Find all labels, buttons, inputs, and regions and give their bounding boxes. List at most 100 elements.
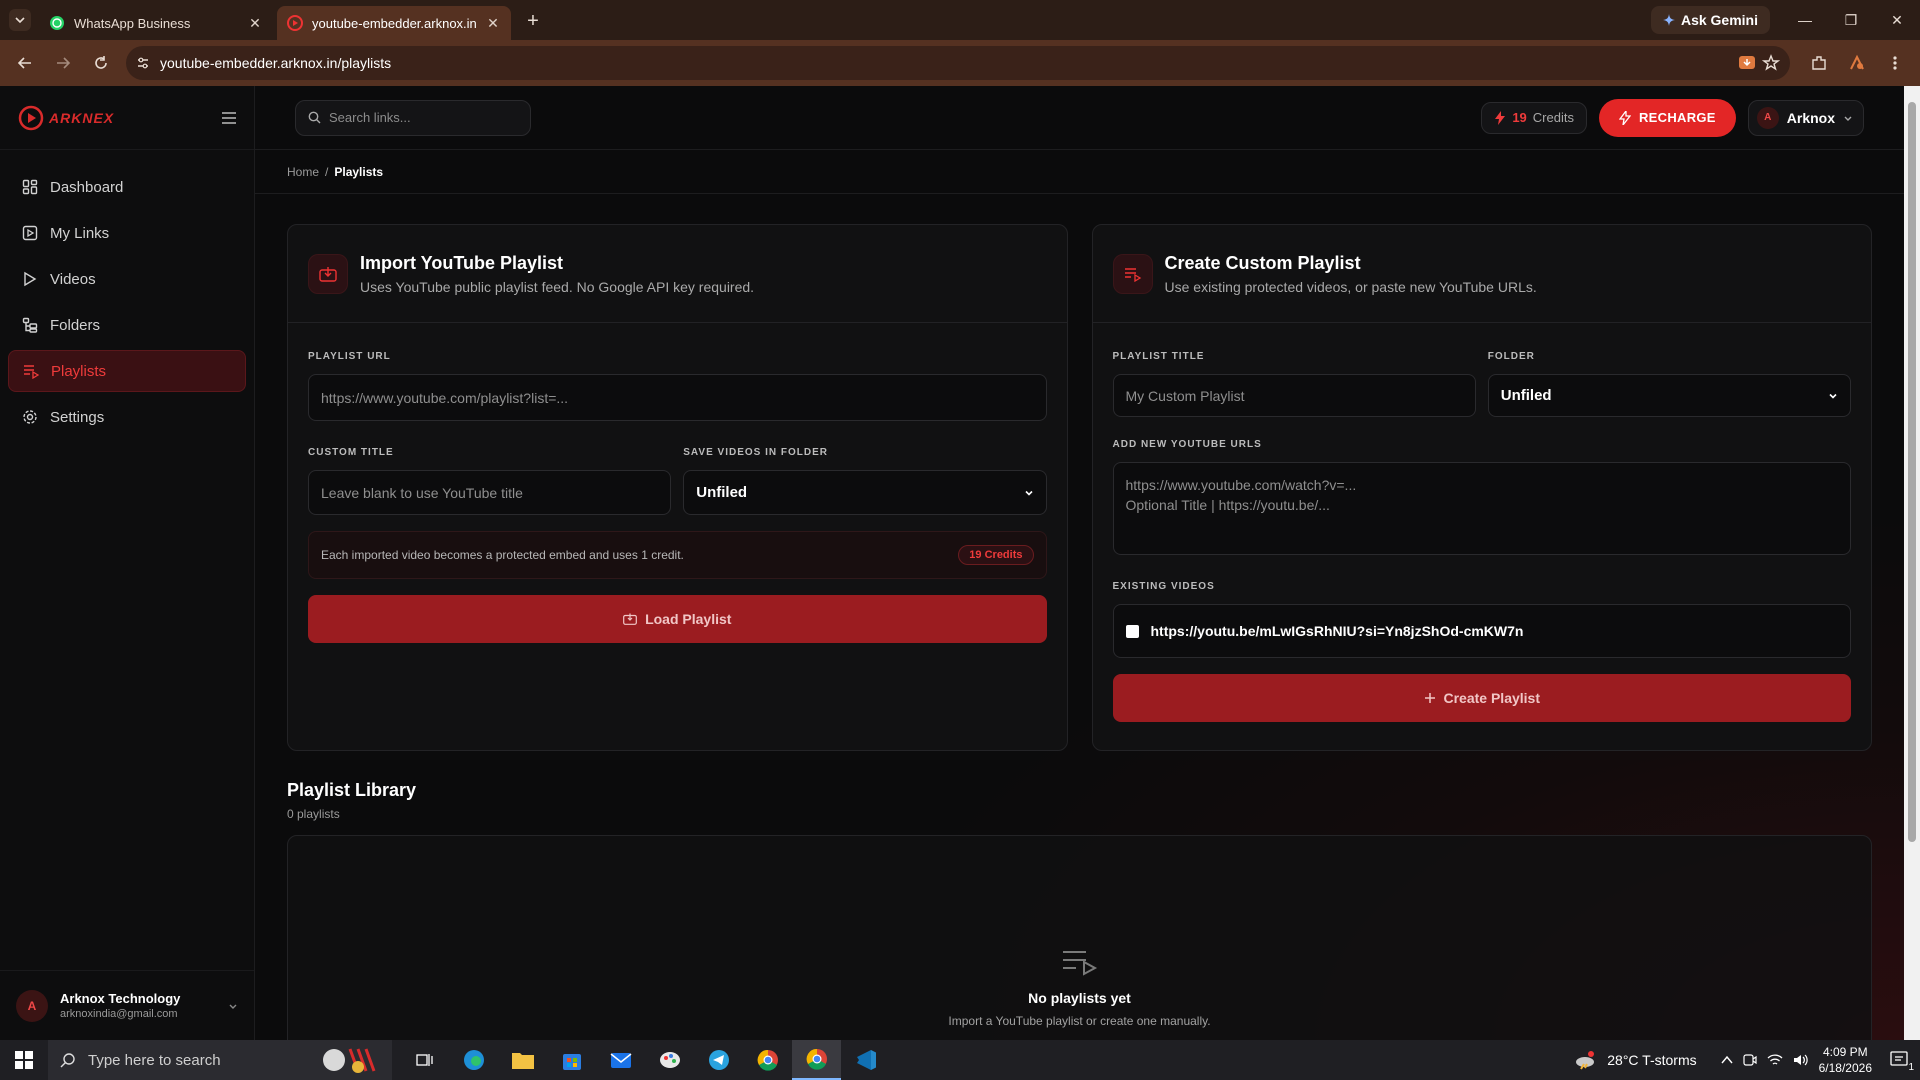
title-folder-row: PLAYLIST TITLE My Custom Playlist FOLDER… — [1112, 351, 1851, 417]
meet-now-icon[interactable] — [1743, 1053, 1757, 1067]
browser-tab-whatsapp[interactable]: WhatsApp Business ✕ — [39, 6, 273, 40]
top-bar: Search links... 19 Credits RECHARGE A Ar… — [255, 86, 1904, 150]
chevron-down-icon — [1828, 391, 1838, 401]
weather-text[interactable]: 28°C T-storms — [1607, 1052, 1696, 1068]
recharge-button[interactable]: RECHARGE — [1598, 98, 1736, 137]
save-folder-select[interactable]: Unfiled — [683, 470, 1047, 515]
close-tab-icon[interactable]: ✕ — [485, 15, 501, 31]
chevron-down-icon[interactable] — [228, 1001, 238, 1011]
playlist-url-input[interactable]: https://www.youtube.com/playlist?list=..… — [308, 374, 1047, 421]
credits-badge: 19 Credits — [958, 545, 1034, 565]
close-tab-icon[interactable]: ✕ — [247, 15, 263, 31]
card-subtitle: Uses YouTube public playlist feed. No Go… — [360, 278, 755, 295]
scrollbar-thumb[interactable] — [1908, 102, 1916, 842]
chevron-down-icon — [1843, 113, 1853, 123]
card-subtitle: Use existing protected videos, or paste … — [1164, 278, 1537, 295]
load-playlist-button[interactable]: Load Playlist — [308, 595, 1047, 643]
url-text: youtube-embedder.arknox.in/playlists — [160, 55, 392, 71]
chrome-icon[interactable] — [743, 1040, 792, 1080]
weather-icon — [1573, 1050, 1597, 1070]
network-icon[interactable] — [1767, 1053, 1783, 1067]
file-explorer-icon[interactable] — [498, 1040, 547, 1080]
video-checkbox[interactable] — [1125, 624, 1139, 638]
new-tab-button[interactable]: + — [519, 7, 547, 35]
sidebar-item-folders[interactable]: Folders — [8, 304, 246, 346]
taskbar-search-input[interactable]: Type here to search — [48, 1040, 392, 1080]
ask-gemini-button[interactable]: Ask Gemini — [1650, 6, 1770, 34]
save-folder-label: SAVE VIDEOS IN FOLDER — [683, 447, 828, 458]
close-window-icon[interactable]: ✕ — [1874, 0, 1920, 40]
breadcrumb-home[interactable]: Home — [287, 165, 319, 179]
back-arrow-icon[interactable] — [8, 46, 42, 80]
existing-video-row[interactable]: https://youtu.be/mLwIGsRhNIU?si=Yn8jzShO… — [1112, 604, 1851, 658]
chrome-profile-icon[interactable] — [792, 1040, 841, 1080]
folder-label: FOLDER — [1487, 351, 1535, 362]
input-placeholder: Leave blank to use YouTube title — [321, 484, 523, 501]
url-field[interactable]: youtube-embedder.arknox.in/playlists — [126, 46, 1790, 80]
restore-icon[interactable]: ❐ — [1828, 0, 1874, 40]
site-info-icon[interactable] — [136, 56, 150, 70]
windows-start-icon[interactable] — [0, 1040, 48, 1080]
plus-icon — [1424, 692, 1436, 704]
bookmark-star-icon[interactable] — [1762, 54, 1780, 72]
account-name: Arknox — [1786, 109, 1835, 126]
hamburger-menu-icon[interactable] — [222, 111, 236, 124]
sidebar-item-playlists[interactable]: Playlists — [8, 350, 246, 392]
sidebar-item-videos[interactable]: Videos — [8, 258, 246, 300]
install-app-icon[interactable] — [1738, 54, 1756, 72]
playlist-url-label: PLAYLIST URL — [308, 351, 391, 362]
folder-select[interactable]: Unfiled — [1487, 374, 1851, 417]
playlist-icon — [23, 363, 39, 379]
tab-title: WhatsApp Business — [74, 15, 191, 31]
card-body: PLAYLIST TITLE My Custom Playlist FOLDER… — [1093, 323, 1872, 722]
notification-icon[interactable]: 1 — [1890, 1051, 1914, 1073]
browser-menu-icon[interactable] — [1878, 46, 1912, 80]
credits-pill[interactable]: 19 Credits — [1481, 101, 1587, 134]
arknex-logo-icon — [18, 105, 44, 130]
extensions-icon[interactable] — [1802, 46, 1836, 80]
card-title: Import YouTube Playlist — [360, 252, 564, 273]
task-view-icon[interactable] — [400, 1040, 449, 1080]
page-scrollbar[interactable] — [1904, 86, 1920, 1040]
video-url: https://youtu.be/mLwIGsRhNIU?si=Yn8jzShO… — [1150, 623, 1524, 639]
sidebar-item-label: Settings — [50, 408, 105, 426]
vscode-icon[interactable] — [841, 1040, 890, 1080]
sidebar-item-label: My Links — [50, 224, 110, 242]
sidebar-item-settings[interactable]: Settings — [8, 396, 246, 438]
profile-extension-icon[interactable] — [1840, 46, 1874, 80]
edge-icon[interactable] — [449, 1040, 498, 1080]
credit-notice: Each imported video becomes a protected … — [308, 531, 1047, 579]
chevron-up-icon[interactable] — [1721, 1055, 1733, 1065]
playlist-title-input[interactable]: My Custom Playlist — [1112, 374, 1476, 417]
store-icon[interactable] — [547, 1040, 596, 1080]
youtube-urls-textarea[interactable]: https://www.youtube.com/watch?v=... Opti… — [1112, 462, 1851, 555]
download-icon — [623, 613, 637, 625]
textarea-placeholder-line: Optional Title | https://youtu.be/... — [1125, 497, 1330, 513]
mail-icon[interactable] — [596, 1040, 645, 1080]
import-playlist-card: Import YouTube Playlist Uses YouTube pub… — [287, 224, 1068, 751]
custom-title-input[interactable]: Leave blank to use YouTube title — [308, 470, 672, 515]
playlist-title-label: PLAYLIST TITLE — [1112, 351, 1205, 362]
windows-taskbar: Type here to search 28°C T-storms 4:09 P… — [0, 1040, 1920, 1080]
sidebar-user-card[interactable]: A Arknox Technology arknoxindia@gmail.co… — [0, 970, 254, 1040]
download-icon — [308, 253, 348, 294]
browser-tab-embedder[interactable]: youtube-embedder.arknox.in/p ✕ — [277, 6, 511, 40]
sidebar-item-dashboard[interactable]: Dashboard — [8, 166, 246, 208]
user-name: Arknox Technology — [60, 991, 181, 1006]
telegram-icon[interactable] — [694, 1040, 743, 1080]
search-input[interactable]: Search links... — [295, 99, 531, 136]
paint-icon[interactable] — [645, 1040, 694, 1080]
volume-icon[interactable] — [1793, 1053, 1809, 1067]
create-playlist-button[interactable]: Create Playlist — [1112, 674, 1851, 722]
brand-logo[interactable]: ARKNEX — [18, 105, 114, 131]
breadcrumb-current: Playlists — [334, 164, 384, 179]
minimize-icon[interactable]: — — [1782, 0, 1828, 40]
tab-search-button[interactable] — [9, 9, 31, 31]
clock[interactable]: 4:09 PM 6/18/2026 — [1819, 1044, 1872, 1076]
gear-icon — [22, 409, 38, 425]
sidebar-item-my-links[interactable]: My Links — [8, 212, 246, 254]
reload-icon[interactable] — [84, 46, 118, 80]
forward-arrow-icon[interactable] — [46, 46, 80, 80]
search-placeholder: Search links... — [329, 110, 411, 125]
account-menu[interactable]: A Arknox — [1747, 99, 1864, 136]
